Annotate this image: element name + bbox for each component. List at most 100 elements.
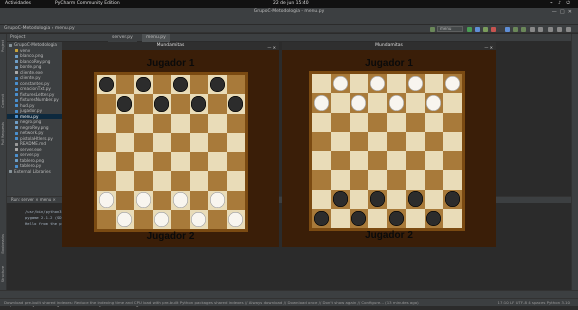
- rollback-icon[interactable]: [538, 26, 543, 32]
- board-square[interactable]: [171, 190, 190, 210]
- board-square[interactable]: [152, 113, 171, 133]
- board-square[interactable]: [349, 112, 369, 132]
- board-square[interactable]: [152, 190, 171, 210]
- structure-tool-tab[interactable]: Structure: [1, 266, 6, 282]
- board-square[interactable]: [424, 151, 444, 171]
- board-square[interactable]: [171, 94, 190, 114]
- board-square[interactable]: [171, 75, 190, 95]
- board-square[interactable]: [189, 152, 208, 172]
- board-square[interactable]: [312, 151, 331, 171]
- black-piece[interactable]: [313, 210, 329, 227]
- board-square[interactable]: [349, 151, 369, 171]
- white-piece[interactable]: [98, 192, 114, 208]
- board-square[interactable]: [171, 132, 190, 152]
- board-square[interactable]: [443, 131, 462, 151]
- board-square[interactable]: [349, 93, 369, 113]
- board-square[interactable]: [387, 170, 406, 190]
- board-square[interactable]: [405, 208, 425, 228]
- board-square[interactable]: [152, 171, 171, 191]
- board-square[interactable]: [405, 170, 425, 190]
- board-square[interactable]: [349, 170, 369, 190]
- board-square[interactable]: [115, 171, 134, 191]
- minimize-icon[interactable]: —: [552, 9, 557, 15]
- board-square[interactable]: [387, 151, 406, 171]
- board-square[interactable]: [312, 74, 331, 94]
- board-square[interactable]: [189, 190, 208, 210]
- black-piece[interactable]: [154, 96, 170, 112]
- board-square[interactable]: [368, 74, 387, 94]
- white-piece[interactable]: [172, 192, 188, 208]
- board-square[interactable]: [189, 209, 208, 229]
- project-label[interactable]: Project: [10, 34, 25, 42]
- white-piece[interactable]: [209, 192, 225, 208]
- white-piece[interactable]: [154, 211, 170, 228]
- black-piece[interactable]: [172, 76, 188, 93]
- board-square[interactable]: [115, 75, 134, 95]
- app-menu[interactable]: PyCharm Community Edition: [55, 0, 120, 8]
- board-square[interactable]: [312, 131, 331, 151]
- run-icon[interactable]: [467, 26, 472, 32]
- board-square[interactable]: [134, 190, 153, 210]
- black-piece[interactable]: [445, 191, 461, 207]
- board-square[interactable]: [97, 132, 116, 152]
- white-piece[interactable]: [351, 95, 367, 111]
- board-square[interactable]: [330, 112, 350, 132]
- board-square[interactable]: [189, 75, 208, 95]
- white-piece[interactable]: [313, 95, 329, 111]
- board-square[interactable]: [443, 74, 462, 94]
- board-square[interactable]: [134, 152, 153, 172]
- board-square[interactable]: [152, 152, 171, 172]
- system-tray-icons[interactable]: ⌁ ♪ ⏻: [550, 0, 572, 8]
- white-piece[interactable]: [117, 211, 133, 228]
- board-square[interactable]: [405, 93, 425, 113]
- board-square[interactable]: [330, 93, 350, 113]
- board-square[interactable]: [189, 132, 208, 152]
- board-square[interactable]: [368, 131, 387, 151]
- board-square[interactable]: [405, 131, 425, 151]
- board-square[interactable]: [171, 171, 190, 191]
- board-square[interactable]: [424, 189, 444, 209]
- run-config-select[interactable]: menu: [437, 26, 463, 32]
- board-square[interactable]: [349, 208, 369, 228]
- board-square[interactable]: [208, 171, 227, 191]
- board-square[interactable]: [424, 93, 444, 113]
- board-square[interactable]: [387, 189, 406, 209]
- board-square[interactable]: [115, 132, 134, 152]
- board-square[interactable]: [208, 190, 227, 210]
- board-square[interactable]: [424, 170, 444, 190]
- white-piece[interactable]: [370, 75, 386, 92]
- hammer-icon[interactable]: [430, 26, 435, 32]
- board-square[interactable]: [134, 132, 153, 152]
- board-square[interactable]: [208, 132, 227, 152]
- board-square[interactable]: [152, 209, 171, 229]
- settings-icon[interactable]: [557, 26, 562, 32]
- black-piece[interactable]: [351, 210, 367, 227]
- board-square[interactable]: [134, 75, 153, 95]
- board-square[interactable]: [208, 209, 227, 229]
- board-square[interactable]: [443, 170, 462, 190]
- board-square[interactable]: [312, 189, 331, 209]
- board-square[interactable]: [115, 190, 134, 210]
- white-piece[interactable]: [135, 192, 151, 208]
- board-square[interactable]: [424, 112, 444, 132]
- board-square[interactable]: [368, 208, 387, 228]
- board-square[interactable]: [189, 171, 208, 191]
- board-square[interactable]: [97, 209, 116, 229]
- board-square[interactable]: [226, 94, 245, 114]
- board-square[interactable]: [405, 74, 425, 94]
- git-push-icon[interactable]: [521, 26, 526, 32]
- board-square[interactable]: [189, 113, 208, 133]
- board-square[interactable]: [171, 113, 190, 133]
- board-square[interactable]: [115, 94, 134, 114]
- board-square[interactable]: [115, 113, 134, 133]
- board-square[interactable]: [387, 208, 406, 228]
- white-piece[interactable]: [426, 95, 442, 111]
- game-canvas[interactable]: Jugador 1 Jugador 2: [62, 50, 279, 247]
- black-piece[interactable]: [135, 76, 151, 93]
- board-square[interactable]: [443, 208, 462, 228]
- board-square[interactable]: [97, 152, 116, 172]
- git-update-icon[interactable]: [505, 26, 510, 32]
- board-square[interactable]: [330, 74, 350, 94]
- board-square[interactable]: [134, 94, 153, 114]
- board-square[interactable]: [134, 113, 153, 133]
